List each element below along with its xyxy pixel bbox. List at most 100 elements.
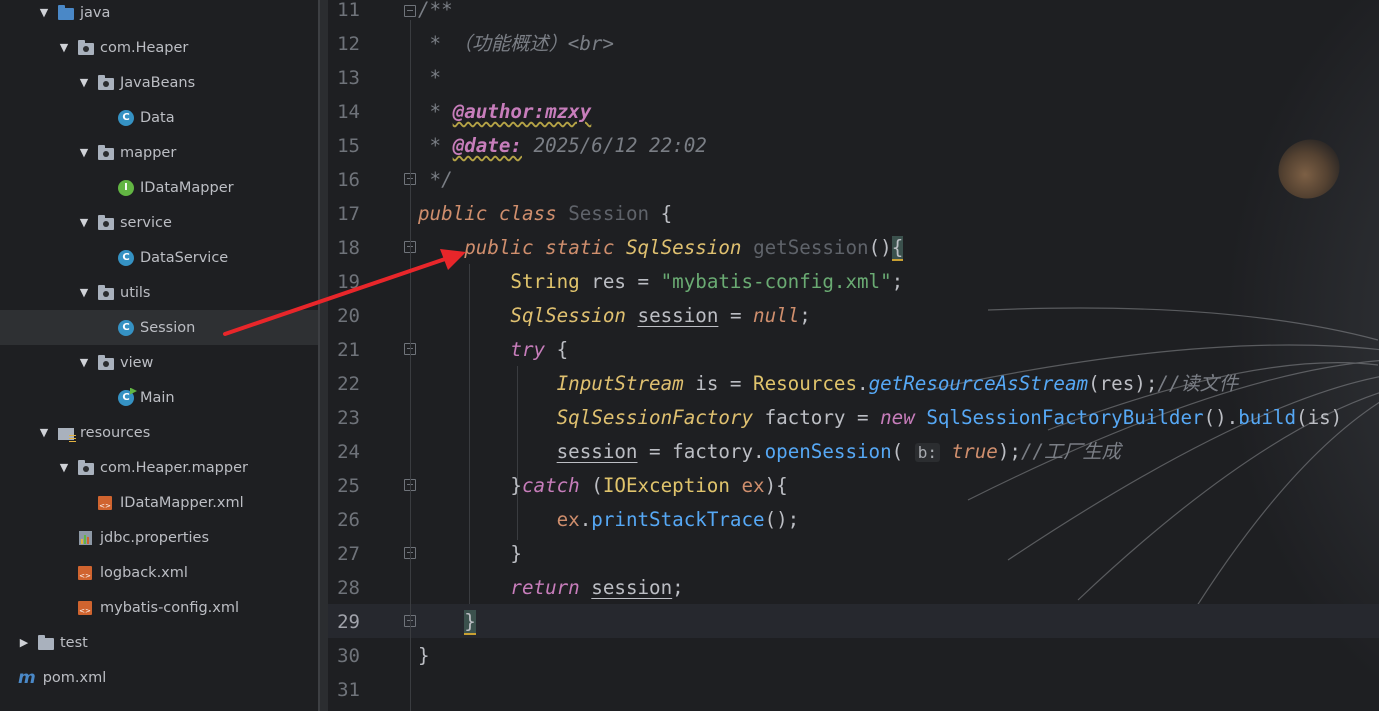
panel-splitter[interactable]: [318, 0, 328, 711]
line-number[interactable]: 28: [328, 571, 360, 605]
main-class-icon: C: [118, 387, 137, 406]
class-icon: C: [118, 319, 134, 336]
source-folder-icon: [58, 4, 74, 21]
properties-file-icon: [78, 530, 94, 546]
line-number[interactable]: 19: [328, 265, 360, 299]
tree-item-test[interactable]: ▶ test: [0, 625, 318, 660]
tree-item-label: service: [120, 214, 172, 231]
tree-item-pom-xml[interactable]: m pom.xml: [0, 660, 318, 695]
maven-icon: m: [18, 667, 36, 688]
expand-arrow-icon[interactable]: ▼: [78, 216, 90, 229]
tree-item-label: com.Heaper: [100, 39, 189, 56]
tree-item-label: utils: [120, 284, 151, 301]
tree-item-label: Session: [140, 319, 196, 336]
tree-item-label: view: [120, 354, 154, 371]
tree-item-idatamapper-xml[interactable]: ▶<>IDataMapper.xml: [0, 485, 318, 520]
line-number[interactable]: 13: [328, 61, 360, 95]
code-line-13: *: [418, 66, 442, 89]
line-number[interactable]: 20: [328, 299, 360, 333]
expand-arrow-icon[interactable]: ▼: [78, 76, 90, 89]
code-line-22: InputStream is = Resources.getResourceAs…: [556, 372, 1239, 395]
tree-item-utils[interactable]: ▼ utils: [0, 275, 318, 310]
line-number[interactable]: 12: [328, 27, 360, 61]
collapse-arrow-icon[interactable]: ▶: [18, 636, 30, 649]
expand-arrow-icon[interactable]: ▼: [58, 41, 70, 54]
folder-icon: [38, 634, 54, 651]
line-number[interactable]: 11: [328, 0, 360, 27]
line-number[interactable]: 17: [328, 197, 360, 231]
fold-marker[interactable]: [404, 5, 416, 17]
tree-item-view[interactable]: ▼ view: [0, 345, 318, 380]
expand-arrow-icon[interactable]: ▼: [58, 461, 70, 474]
code-line-18: public static SqlSession getSession(){: [464, 236, 904, 261]
line-number[interactable]: 14: [328, 95, 360, 129]
tree-item-com-heaper[interactable]: ▼ com.Heaper: [0, 30, 318, 65]
line-number[interactable]: 31: [328, 673, 360, 707]
tree-item-label: Main: [140, 389, 175, 406]
tree-item-logback-xml[interactable]: ▶<>logback.xml: [0, 555, 318, 590]
line-number[interactable]: 16: [328, 163, 360, 197]
tree-item-mapper[interactable]: ▼ mapper: [0, 135, 318, 170]
tree-item-label: com.Heaper.mapper: [100, 459, 248, 476]
parameter-hint: b:: [914, 443, 941, 462]
tree-item-java[interactable]: ▼ java: [0, 0, 318, 30]
javadoc-date-tag: @date:: [452, 134, 522, 157]
code-line-23: SqlSessionFactory factory = new SqlSessi…: [556, 406, 1343, 429]
code-line-15: * @date: 2025/6/12 22:02: [418, 134, 707, 157]
tree-item-label: Data: [140, 109, 175, 126]
line-number[interactable]: 26: [328, 503, 360, 537]
tree-item-idatamapper[interactable]: ▶IIDataMapper: [0, 170, 318, 205]
indent-guide: [410, 20, 411, 711]
line-number[interactable]: 23: [328, 401, 360, 435]
tree-item-javabeans[interactable]: ▼ JavaBeans: [0, 65, 318, 100]
line-number[interactable]: 25: [328, 469, 360, 503]
tree-item-label: pom.xml: [42, 669, 107, 686]
line-number[interactable]: 29: [328, 605, 360, 639]
tree-item-com-heaper-mapper[interactable]: ▼ com.Heaper.mapper: [0, 450, 318, 485]
expand-arrow-icon[interactable]: ▼: [78, 356, 90, 369]
line-number[interactable]: 30: [328, 639, 360, 673]
line-number[interactable]: 18: [328, 231, 360, 265]
tree-item-data[interactable]: ▶CData: [0, 100, 318, 135]
line-number[interactable]: 27: [328, 537, 360, 571]
tree-item-label: JavaBeans: [120, 74, 196, 91]
xml-file-icon: <>: [98, 495, 114, 511]
code-line-12: * （功能概述）<br>: [418, 32, 614, 55]
expand-arrow-icon[interactable]: ▼: [38, 6, 50, 19]
line-number[interactable]: 21: [328, 333, 360, 367]
tree-item-jdbc-properties[interactable]: ▶jdbc.properties: [0, 520, 318, 555]
line-number[interactable]: 24: [328, 435, 360, 469]
package-icon: [78, 459, 94, 476]
tree-item-label: test: [60, 634, 88, 651]
code-line-27: }: [418, 542, 522, 565]
tree-item-mybatis-config-xml[interactable]: ▶<>mybatis-config.xml: [0, 590, 318, 625]
package-icon: [98, 214, 114, 231]
javadoc-author-tag: @author:mzxy: [452, 100, 592, 123]
tree-item-label: IDataMapper.xml: [120, 494, 244, 511]
tree-item-dataservice[interactable]: ▶CDataService: [0, 240, 318, 275]
package-icon: [98, 74, 114, 91]
tree-item-label: IDataMapper: [140, 179, 234, 196]
expand-arrow-icon[interactable]: ▼: [78, 146, 90, 159]
tree-item-resources[interactable]: ▼ resources: [0, 415, 318, 450]
class-icon: C: [118, 249, 134, 266]
expand-arrow-icon[interactable]: ▼: [78, 286, 90, 299]
code-line-17: public class Session {: [418, 202, 673, 225]
code-line-25: }catch (IOException ex){: [418, 474, 788, 497]
code-line-16: */: [418, 168, 453, 191]
line-number[interactable]: 22: [328, 367, 360, 401]
tree-item-label: logback.xml: [100, 564, 188, 581]
tree-item-session[interactable]: ▶CSession: [0, 310, 318, 345]
tree-item-service[interactable]: ▼ service: [0, 205, 318, 240]
xml-file-icon: <>: [78, 600, 94, 616]
package-icon: [78, 39, 94, 56]
package-icon: [98, 144, 114, 161]
project-tree: ▼ java ▼ com.Heaper ▼ JavaBeans ▶ C Data ▼ mapper ▶…: [0, 0, 318, 711]
code-editor[interactable]: 11 12 13 14 15 16 17 18 19 20 21 22 23 24 25 26 27 28 29 30…: [328, 0, 1379, 711]
line-number[interactable]: 15: [328, 129, 360, 163]
expand-arrow-icon[interactable]: ▼: [38, 426, 50, 439]
resources-folder-icon: [58, 425, 76, 442]
tree-item-main[interactable]: ▶CMain: [0, 380, 318, 415]
package-icon: [98, 354, 114, 371]
tree-item-label: resources: [80, 424, 151, 441]
